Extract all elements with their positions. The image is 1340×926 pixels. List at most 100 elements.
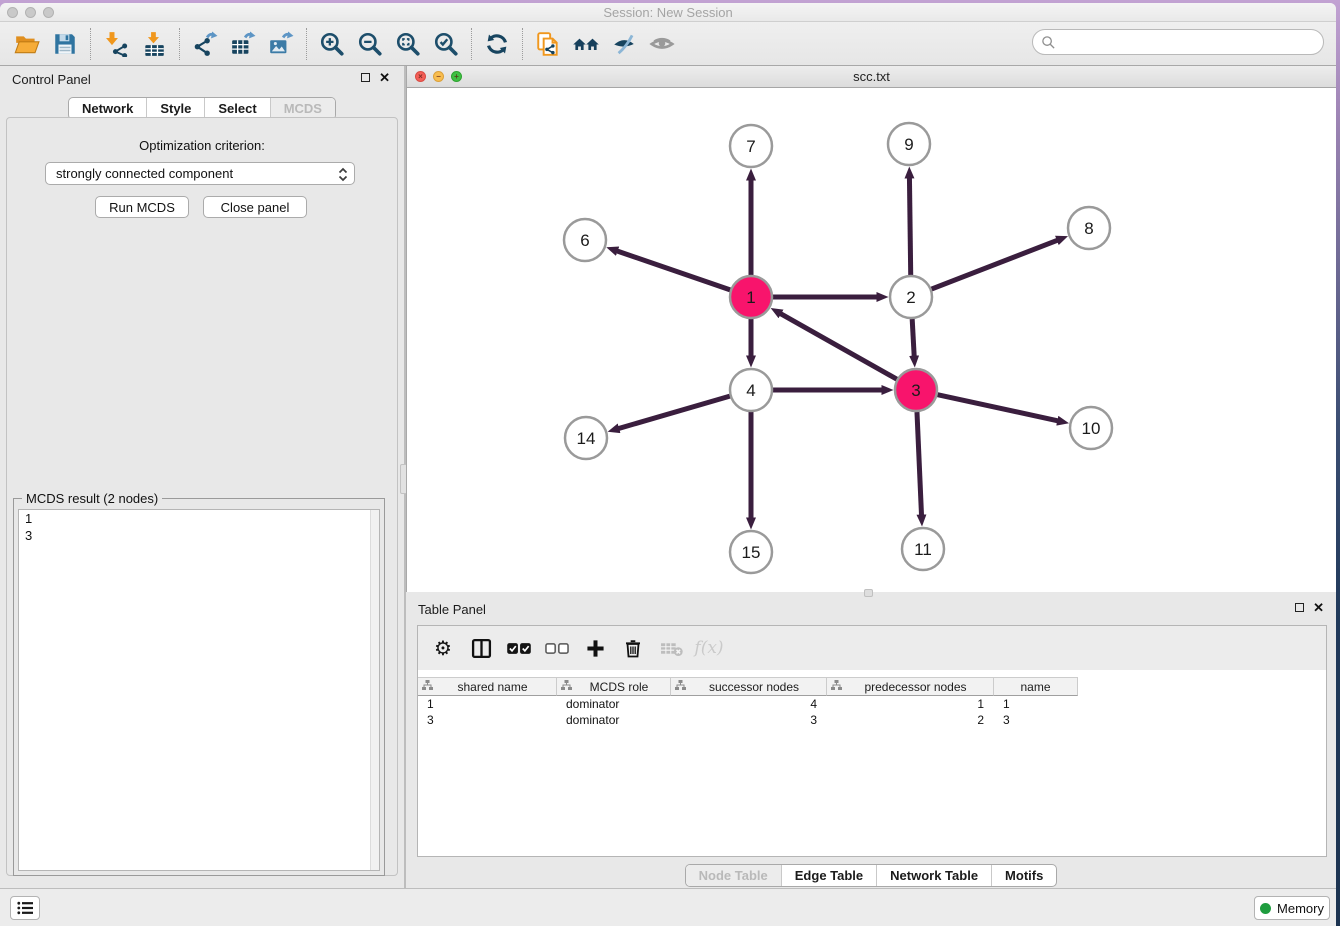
save-session-icon[interactable]	[46, 26, 84, 62]
split-panel-icon[interactable]	[466, 633, 496, 663]
graph-node-10[interactable]: 10	[1070, 407, 1112, 449]
graph-node-11[interactable]: 11	[902, 528, 944, 570]
run-mcds-button[interactable]: Run MCDS	[95, 196, 189, 218]
column-header-predecessor-nodes[interactable]: predecessor nodes	[827, 677, 994, 696]
table-row[interactable]: 3dominator323	[418, 712, 1326, 728]
home-view-icon[interactable]	[567, 26, 605, 62]
table-panel: Table Panel ✕ ⚙f(x) shared nameMCDS role…	[406, 596, 1336, 888]
table-panel-title: Table Panel	[418, 602, 486, 617]
memory-label: Memory	[1277, 901, 1324, 916]
optimization-criterion-label: Optimization criterion:	[7, 138, 397, 153]
export-image-icon[interactable]	[262, 26, 300, 62]
criterion-value: strongly connected component	[56, 166, 233, 181]
export-table-icon[interactable]	[224, 26, 262, 62]
refresh-view-icon[interactable]	[478, 26, 516, 62]
tab-network[interactable]: Network	[69, 98, 146, 119]
tab-network-table[interactable]: Network Table	[876, 865, 991, 886]
graph-node-6[interactable]: 6	[564, 219, 606, 261]
hide-details-icon[interactable]	[605, 26, 643, 62]
graph-node-9[interactable]: 9	[888, 123, 930, 165]
graph-node-4[interactable]: 4	[730, 369, 772, 411]
column-header-name[interactable]: name	[994, 677, 1078, 696]
open-file-icon[interactable]	[8, 26, 46, 62]
tab-style[interactable]: Style	[146, 98, 204, 119]
graph-node-14[interactable]: 14	[565, 417, 607, 459]
graph-node-1[interactable]: 1	[730, 276, 772, 318]
network-canvas[interactable]: 7 9 6 8 1 2 4 3 14 10 15 11	[407, 88, 1336, 592]
mcds-result-list[interactable]: 13	[18, 509, 380, 871]
table-cell[interactable]: 3	[994, 712, 1078, 728]
graph-node-2[interactable]: 2	[890, 276, 932, 318]
result-scrollbar[interactable]	[370, 510, 379, 870]
duplicate-network-view-icon[interactable]	[529, 26, 567, 62]
task-history-button[interactable]	[10, 896, 40, 920]
edge-3-1[interactable]	[781, 314, 897, 380]
table-cell[interactable]: 1	[994, 696, 1078, 712]
select-all-icon[interactable]	[504, 633, 534, 663]
column-header-MCDS-role[interactable]: MCDS role	[557, 677, 671, 696]
table-cell[interactable]: dominator	[557, 712, 671, 728]
import-network-icon[interactable]	[97, 26, 135, 62]
graph-node-8[interactable]: 8	[1068, 207, 1110, 249]
column-header-successor-nodes[interactable]: successor nodes	[671, 677, 827, 696]
table-cell[interactable]: 3	[418, 712, 557, 728]
edge-1-6[interactable]	[617, 251, 730, 290]
mcds-result-value[interactable]: 3	[19, 527, 379, 544]
graph-node-15[interactable]: 15	[730, 531, 772, 573]
graph-node-7[interactable]: 7	[730, 125, 772, 167]
search-field[interactable]	[1032, 29, 1324, 55]
edge-3-10[interactable]	[937, 395, 1057, 421]
column-header-shared-name[interactable]: shared name	[418, 677, 557, 696]
zoom-selected-icon[interactable]	[427, 26, 465, 62]
table-row[interactable]: 1dominator411	[418, 696, 1326, 712]
tab-node-table[interactable]: Node Table	[686, 865, 781, 886]
show-details-icon[interactable]	[643, 26, 681, 62]
tab-mcds[interactable]: MCDS	[270, 98, 335, 119]
zoom-out-icon[interactable]	[351, 26, 389, 62]
delete-table-icon	[656, 633, 686, 663]
table-cell[interactable]: 4	[671, 696, 827, 712]
close-table-panel-icon[interactable]: ✕	[1313, 602, 1324, 613]
network-window-title: scc.txt	[407, 69, 1336, 84]
table-panel-header: Table Panel ✕	[406, 596, 1336, 622]
close-panel-icon[interactable]: ✕	[379, 72, 390, 83]
table-cell[interactable]: 1	[418, 696, 557, 712]
float-table-panel-icon[interactable]	[1295, 603, 1304, 612]
search-input[interactable]	[1061, 35, 1315, 50]
edge-2-8[interactable]	[932, 240, 1058, 289]
table-rows: 1dominator4113dominator323	[418, 696, 1326, 728]
add-column-icon[interactable]	[580, 633, 610, 663]
edge-4-14[interactable]	[619, 396, 730, 428]
settings-icon[interactable]: ⚙	[428, 633, 458, 663]
tab-edge-table[interactable]: Edge Table	[781, 865, 876, 886]
toolbar-separator	[90, 28, 91, 60]
node-table-container: ⚙f(x) shared nameMCDS rolesuccessor node…	[417, 625, 1327, 857]
tab-select[interactable]: Select	[204, 98, 269, 119]
import-table-icon[interactable]	[135, 26, 173, 62]
graph-node-3[interactable]: 3	[895, 369, 937, 411]
application-window: Session: New Session Control Panel ✕ Net…	[0, 3, 1336, 926]
workspace-area: × − + scc.txt 7968124314101511 Table Pan…	[406, 66, 1336, 888]
criterion-dropdown[interactable]: strongly connected component	[45, 162, 355, 185]
table-cell[interactable]: 1	[827, 696, 994, 712]
svg-text:11: 11	[914, 540, 932, 559]
edge-2-3[interactable]	[912, 319, 914, 356]
deselect-all-icon[interactable]	[542, 633, 572, 663]
svg-text:3: 3	[911, 381, 920, 400]
memory-button[interactable]: Memory	[1254, 896, 1330, 920]
tab-motifs[interactable]: Motifs	[991, 865, 1056, 886]
table-cell[interactable]: dominator	[557, 696, 671, 712]
float-panel-icon[interactable]	[361, 73, 370, 82]
export-network-icon[interactable]	[186, 26, 224, 62]
table-cell[interactable]: 3	[671, 712, 827, 728]
mcds-result-value[interactable]: 1	[19, 510, 379, 527]
table-cell[interactable]: 2	[827, 712, 994, 728]
network-window-titlebar: × − + scc.txt	[407, 66, 1336, 88]
attribute-tree-icon	[561, 678, 572, 696]
zoom-fit-icon[interactable]	[389, 26, 427, 62]
edge-2-9[interactable]	[909, 178, 910, 275]
zoom-in-icon[interactable]	[313, 26, 351, 62]
edge-3-11[interactable]	[917, 412, 922, 515]
delete-column-icon[interactable]	[618, 633, 648, 663]
close-panel-button[interactable]: Close panel	[203, 196, 307, 218]
